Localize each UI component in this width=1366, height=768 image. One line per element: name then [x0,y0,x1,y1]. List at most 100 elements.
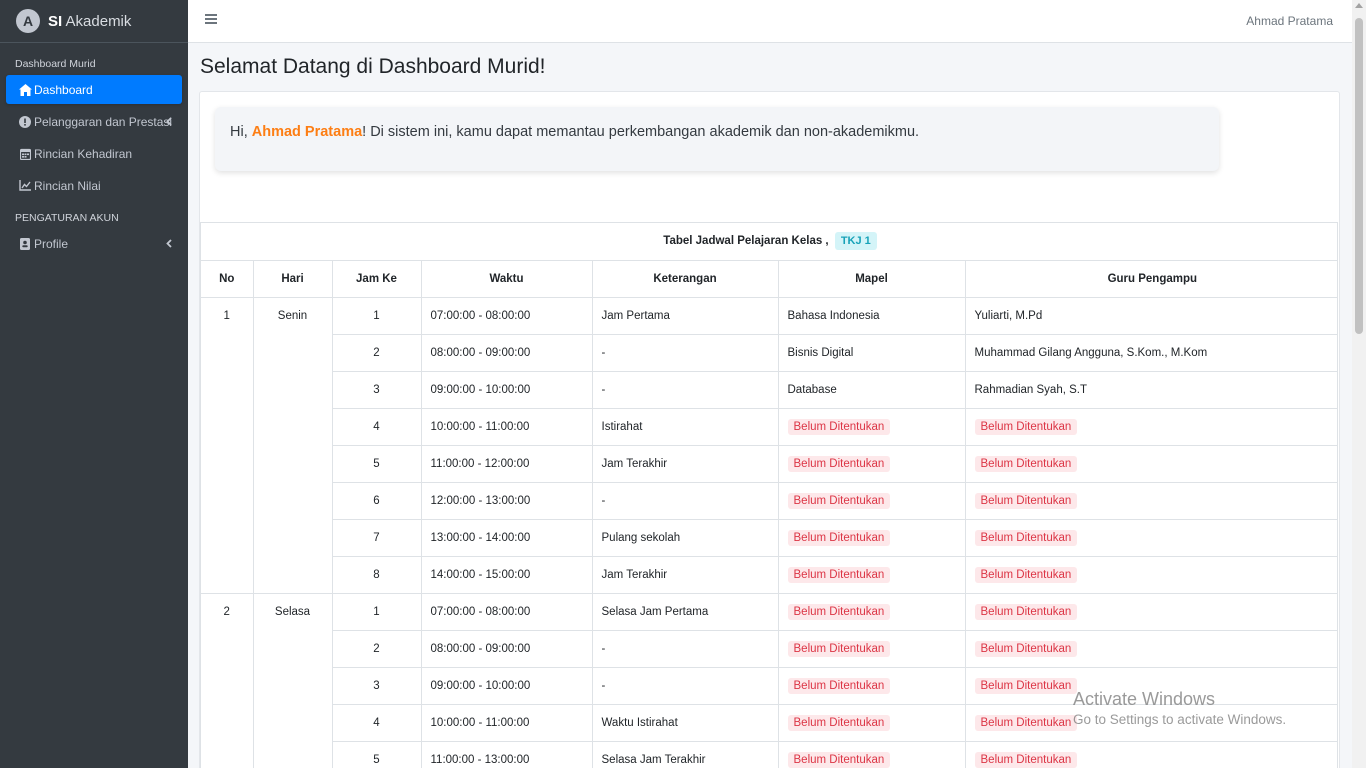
cell-guru: Belum Ditentukan [964,481,1337,520]
brand-link[interactable]: A SI Akademik [0,0,188,43]
unset-badge: Belum Ditentukan [974,418,1078,435]
cell-hari: Selasa [252,592,333,768]
unset-badge: Belum Ditentukan [974,714,1078,731]
cell-jam-ke: 5 [332,740,422,768]
cell-mapel: Belum Ditentukan [777,481,966,520]
chart-line-icon [18,180,32,191]
col-header-no: No [201,259,254,298]
sidebar-item-label: Pelanggaran dan Prestasi [34,114,173,129]
cell-waktu: 12:00:00 - 13:00:00 [420,481,593,520]
table-row: 1 Senin 1 07:00:00 - 08:00:00 Jam Pertama Bah… [201,296,1337,594]
sidebar-item-profile[interactable]: Profile [6,229,182,258]
cell-waktu: 13:00:00 - 14:00:00 [420,518,593,557]
cell-jam-ke: 8 [332,555,422,594]
cell-mapel: Belum Ditentukan [777,592,966,631]
cell-mapel: Belum Ditentukan [777,444,966,483]
cell-keterangan: Waktu Istirahat [591,703,779,742]
cell-mapel: Belum Ditentukan [777,666,966,705]
unset-badge: Belum Ditentukan [787,529,891,546]
cell-keterangan: - [591,481,779,520]
user-menu[interactable]: Ahmad Pratama [1246,14,1333,28]
cell-jam-ke: 7 [332,518,422,557]
cell-keterangan: Selasa Jam Pertama [591,592,779,631]
cell-keterangan: Istirahat [591,407,779,446]
welcome-message: ! Di sistem ini, kamu dapat memantau per… [362,124,920,140]
brand-logo-letter: A [22,13,34,29]
sidebar-item-nilai[interactable]: Rincian Nilai [6,171,182,200]
sidebar: A SI Akademik Dashboard Murid Dashboard … [0,0,188,768]
unset-badge: Belum Ditentukan [787,714,891,731]
welcome-prefix: Hi, [230,124,252,140]
table-row: 2 08:00:00 - 09:00:00- Bisnis Digital Muham… [201,333,1337,372]
col-header-mapel: Mapel [777,259,966,298]
sidebar-item-dashboard[interactable]: Dashboard [6,75,182,104]
sidebar-item-label: Rincian Nilai [34,178,101,193]
table-row: 2 08:00:00 - 09:00:00- Belum Ditentukan Bel… [201,629,1337,668]
table-row: 6 12:00:00 - 13:00:00- Belum Ditentukan Bel… [201,481,1337,520]
cell-mapel: Belum Ditentukan [777,740,966,768]
table-row: 5 11:00:00 - 12:00:00 Jam Terakhir Belum Di… [201,444,1337,483]
col-header-guru: Guru Pengampu [964,259,1337,298]
table-header-row: No Hari Jam Ke Waktu Keterangan Mapel Gu… [201,259,1337,298]
cell-guru: Belum Ditentukan [964,629,1337,668]
sidebar-item-pelanggaran[interactable]: Pelanggaran dan Prestasi [6,107,182,136]
calendar-icon [18,148,32,160]
page-scrollbar[interactable] [1352,0,1366,768]
unset-badge: Belum Ditentukan [787,751,891,768]
schedule-table: Tabel Jadwal Pelajaran Kelas , TKJ 1 No … [201,223,1337,768]
cell-waktu: 09:00:00 - 10:00:00 [420,666,593,705]
unset-badge: Belum Ditentukan [974,492,1078,509]
brand-logo: A [16,9,40,33]
table-caption-row: Tabel Jadwal Pelajaran Kelas , TKJ 1 [201,223,1337,261]
hamburger-menu-icon[interactable] [205,14,217,26]
cell-jam-ke: 2 [332,333,422,372]
cell-keterangan: Jam Terakhir [591,444,779,483]
chevron-left-icon [166,115,172,129]
cell-mapel: Belum Ditentukan [777,407,966,446]
cell-keterangan: Pulang sekolah [591,518,779,557]
cell-jam-ke: 3 [332,666,422,705]
scroll-up-arrow-icon[interactable] [1355,3,1363,8]
cell-guru: Belum Ditentukan [964,555,1337,594]
sidebar-item-kehadiran[interactable]: Rincian Kehadiran [6,139,182,168]
unset-badge: Belum Ditentukan [974,677,1078,694]
cell-jam-ke: 2 [332,629,422,668]
id-badge-icon [18,237,32,250]
unset-badge: Belum Ditentukan [974,751,1078,768]
table-caption: Tabel Jadwal Pelajaran Kelas , TKJ 1 [201,223,1337,261]
nav-header-dashboard: Dashboard Murid [15,58,96,70]
col-header-waktu: Waktu [420,259,593,298]
cell-guru: Belum Ditentukan [964,407,1337,446]
scrollbar-thumb[interactable] [1355,18,1363,334]
cell-waktu: 14:00:00 - 15:00:00 [420,555,593,594]
home-icon [18,83,32,96]
cell-no: 2 [201,592,254,768]
cell-keterangan: Selasa Jam Terakhir [591,740,779,768]
nav-header-pengaturan: PENGATURAN AKUN [15,212,119,224]
cell-jam-ke: 1 [331,296,422,335]
cell-guru: Belum Ditentukan [964,666,1337,705]
unset-badge: Belum Ditentukan [787,418,891,435]
unset-badge: Belum Ditentukan [974,566,1078,583]
cell-guru: Belum Ditentukan [964,444,1337,483]
table-row: 5 11:00:00 - 13:00:00 Selasa Jam Terakhir B… [201,740,1337,768]
cell-guru: Belum Ditentukan [964,592,1337,631]
schedule-table-wrapper[interactable]: Tabel Jadwal Pelajaran Kelas , TKJ 1 No … [200,222,1338,768]
welcome-callout: Hi, Ahmad Pratama! Di sistem ini, kamu d… [215,107,1219,171]
welcome-user-name: Ahmad Pratama [251,124,363,140]
col-header-jam-ke: Jam Ke [331,259,422,298]
cell-jam-ke: 4 [332,703,422,742]
table-row: 3 09:00:00 - 10:00:00- Database Rahmadian S… [201,370,1337,409]
cell-mapel: Bisnis Digital [777,333,966,372]
topbar: Ahmad Pratama [188,0,1352,43]
exclamation-circle-icon [18,115,32,128]
cell-mapel: Belum Ditentukan [777,518,966,557]
cell-keterangan: - [591,629,779,668]
cell-waktu: 08:00:00 - 09:00:00 [420,333,593,372]
unset-badge: Belum Ditentukan [787,640,891,657]
table-row: 3 09:00:00 - 10:00:00- Belum Ditentukan Bel… [201,666,1337,705]
cell-jam-ke: 5 [332,444,422,483]
table-caption-text: Tabel Jadwal Pelajaran Kelas , [663,235,829,248]
cell-guru: Muhammad Gilang Angguna, S.Kom., M.Kom [964,333,1337,372]
cell-waktu: 11:00:00 - 13:00:00 [420,740,593,768]
